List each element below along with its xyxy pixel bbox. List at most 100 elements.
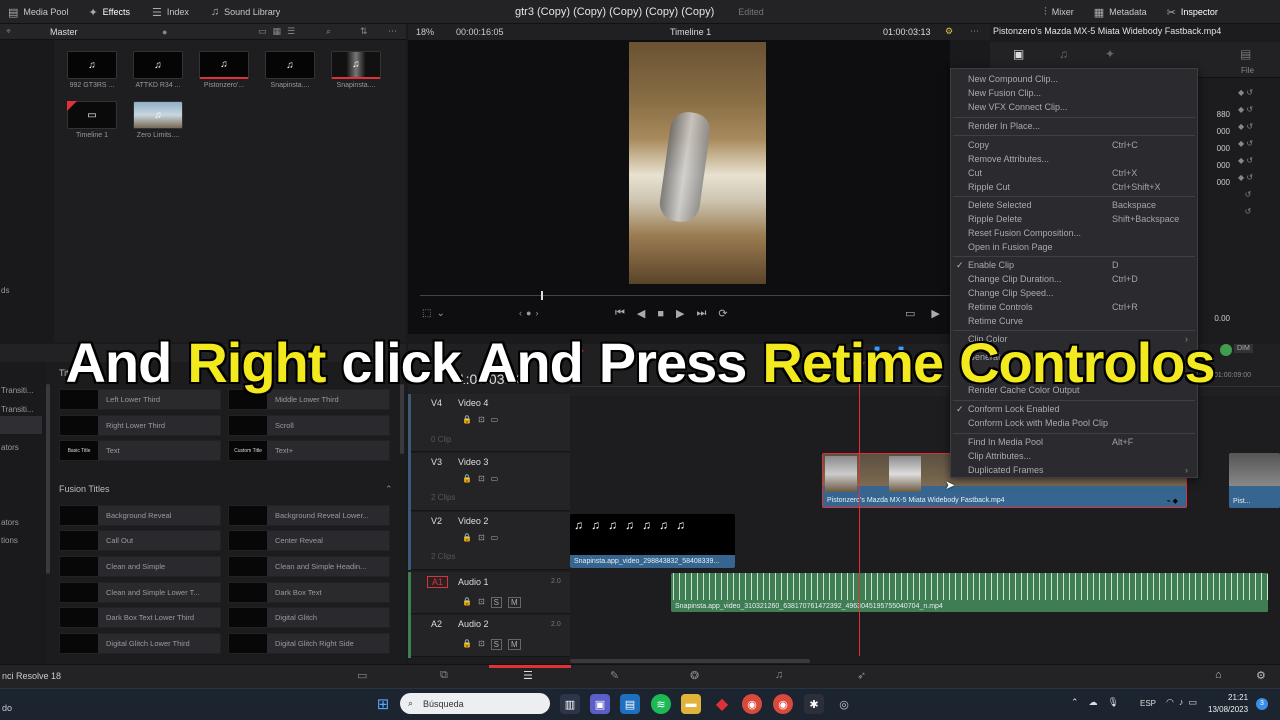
inspector-value[interactable]: 000 <box>1200 140 1230 157</box>
timeline-clip-v3-next[interactable]: Pist... <box>1229 453 1280 508</box>
mute-button[interactable]: M <box>508 597 521 608</box>
menu-item-remove-attributes[interactable]: Remove Attributes... <box>968 154 1190 164</box>
cut-page-icon[interactable]: ⧉ <box>440 669 448 682</box>
keyframe-icon[interactable]: ◆ ↺ <box>1238 135 1253 152</box>
next-clip-icon[interactable]: ▶ <box>931 307 939 320</box>
effects-tab-icon[interactable]: ✦ <box>1105 47 1115 61</box>
effect-item[interactable]: Scroll <box>228 415 390 436</box>
effect-item[interactable]: Center Reveal <box>228 530 390 551</box>
track-name[interactable]: Audio 1 <box>458 577 489 587</box>
menu-item-retime-controls[interactable]: Retime Controls Ctrl+R <box>968 302 1190 312</box>
file-tab-icon[interactable]: ▤ <box>1240 47 1251 61</box>
app-red-diamond-icon[interactable]: ◆ <box>712 694 732 714</box>
media-clip-thumb[interactable]: ♫ <box>265 51 315 79</box>
lock-icon[interactable]: 🔒 <box>462 474 472 483</box>
effects-category[interactable]: ators <box>0 518 46 527</box>
scrubber-playhead[interactable] <box>541 291 543 300</box>
effect-item[interactable]: Digital Glitch <box>228 607 390 628</box>
track-controls[interactable]: 🔒 ⊡ ▭ <box>462 474 498 483</box>
go-to-end-icon[interactable]: ⏭ <box>697 307 707 320</box>
solo-button[interactable]: S <box>490 597 503 608</box>
audio-tab-icon[interactable]: ♫ <box>1059 47 1068 61</box>
inspector-value[interactable]: 880 <box>1200 106 1230 123</box>
stop-icon[interactable]: ■ <box>657 308 664 320</box>
network-volume-battery-icons[interactable]: ◠♪▭ <box>1166 697 1202 708</box>
crop-icon[interactable]: ⬚ <box>422 308 431 319</box>
effects-scrollbar[interactable] <box>46 384 50 574</box>
view-mode-icons[interactable]: ▭▦☰ <box>258 26 301 37</box>
track-controls[interactable]: 🔒 ⊡ S M <box>462 639 521 650</box>
track-name[interactable]: Video 3 <box>458 457 488 467</box>
effects-category[interactable]: ators <box>0 443 46 452</box>
effect-item[interactable]: Dark Box Text Lower Third <box>59 607 221 628</box>
effect-item[interactable]: Clean and Simple Headin... <box>228 556 390 577</box>
menu-item-reset-fusion-composition[interactable]: Reset Fusion Composition... <box>968 228 1190 238</box>
eye-icon[interactable]: ⊡ <box>478 597 485 608</box>
menu-item-cut[interactable]: Cut Ctrl+X <box>968 168 1190 178</box>
eye-icon[interactable]: ⊡ <box>478 474 485 483</box>
solo-button[interactable]: S <box>490 639 503 650</box>
menu-item-enable-clip[interactable]: Enable Clip D <box>968 260 1190 270</box>
index-button[interactable]: ☰ Index <box>138 0 197 24</box>
video-tab-icon[interactable]: ▣ <box>1013 47 1024 61</box>
lock-icon[interactable]: 🔒 <box>462 533 472 542</box>
effect-item[interactable]: Digital Glitch Lower Third <box>59 633 221 654</box>
track-name[interactable]: Video 4 <box>458 398 488 408</box>
keyframe-icon[interactable]: ◆ ↺ <box>1238 118 1253 135</box>
more-options-icon[interactable]: ⋯ <box>970 26 979 37</box>
jog-left-icon[interactable]: ‹ <box>519 308 522 318</box>
teams-icon[interactable]: ▣ <box>590 694 610 714</box>
store-icon[interactable]: ▤ <box>620 694 640 714</box>
loop-icon[interactable]: ⟳ <box>718 307 727 320</box>
metadata-button[interactable]: ▦ Metadata <box>1082 0 1155 24</box>
inspector-value[interactable]: 000 <box>1200 174 1230 191</box>
media-pool-button[interactable]: ▤ Media Pool <box>0 0 76 24</box>
inspector-button[interactable]: ✂ Inspector <box>1155 0 1226 24</box>
keyframe-icon[interactable]: ◆ ↺ <box>1238 84 1253 101</box>
effect-item[interactable]: Basic Title Text <box>59 440 221 461</box>
menu-item-clip-attributes[interactable]: Clip Attributes... <box>968 451 1190 461</box>
media-clip-thumb[interactable]: ♫ <box>133 101 183 129</box>
search-icon[interactable]: ⌕ <box>326 26 331 37</box>
chrome-icon[interactable]: ◉ <box>742 694 762 714</box>
effect-item[interactable]: Clean and Simple <box>59 556 221 577</box>
keyframe-icon[interactable]: ◆ ↺ <box>1238 152 1253 169</box>
home-icon[interactable]: ⌂ <box>1215 669 1222 681</box>
keyframe-icon[interactable]: ◆ ↺ <box>1238 169 1253 186</box>
menu-item-retime-curve[interactable]: Retime Curve <box>968 316 1190 326</box>
jog-right-icon[interactable]: › <box>535 308 538 318</box>
timeline-scrollbar[interactable] <box>570 659 810 663</box>
menu-item-new-fusion-clip[interactable]: New Fusion Clip... <box>968 88 1190 98</box>
jog-controls[interactable]: ‹ ● › <box>519 308 538 318</box>
chevron-down-icon[interactable]: ⌄ <box>436 308 444 319</box>
viewer-scrubber[interactable] <box>420 295 952 296</box>
keyframe-icon[interactable]: ↺ <box>1238 186 1253 203</box>
timeline-clip-a1[interactable]: Snapinsta.app_video_310321260_6381707614… <box>671 573 1268 612</box>
menu-item-new-compound-clip[interactable]: New Compound Clip... <box>968 74 1190 84</box>
clock-date[interactable]: 13/08/2023 <box>1208 705 1248 714</box>
play-icon[interactable]: ▶ <box>676 307 684 320</box>
lock-icon[interactable]: 🔒 <box>462 415 472 424</box>
track-name[interactable]: Video 2 <box>458 516 488 526</box>
menu-item-copy[interactable]: Copy Ctrl+C <box>968 140 1190 150</box>
language-indicator[interactable]: ESP <box>1140 699 1156 708</box>
media-page-icon[interactable]: ▭ <box>357 669 367 682</box>
eye-icon[interactable]: ⊡ <box>478 639 485 650</box>
lock-icon[interactable]: 🔒 <box>462 639 472 650</box>
monitor-icon[interactable]: ▭ <box>491 533 499 542</box>
fairlight-page-icon[interactable]: ♫ <box>775 669 783 681</box>
timeline-selector[interactable]: Timeline 1 <box>670 27 711 37</box>
app-circle-icon[interactable]: ◎ <box>834 694 854 714</box>
effect-item[interactable]: Custom Title Text+ <box>228 440 390 461</box>
menu-item-delete-selected[interactable]: Delete Selected Backspace <box>968 200 1190 210</box>
notification-badge-icon[interactable]: 3 <box>1256 698 1268 710</box>
menu-item-new-vfx-connect-clip[interactable]: New VFX Connect Clip... <box>968 102 1190 112</box>
menu-item-conform-lock-media-pool[interactable]: Conform Lock with Media Pool Clip <box>968 418 1190 428</box>
fusion-page-icon[interactable]: ✎ <box>610 669 619 682</box>
sort-icon[interactable]: ⇅ <box>360 26 368 37</box>
menu-item-render-in-place[interactable]: Render In Place... <box>968 121 1190 131</box>
keyframe-icon[interactable]: ↺ <box>1238 203 1253 220</box>
viewer-zoom[interactable]: 18% <box>416 27 434 37</box>
effect-item[interactable]: Clean and Simple Lower T... <box>59 582 221 603</box>
menu-item-open-in-fusion-page[interactable]: Open in Fusion Page <box>968 242 1190 252</box>
